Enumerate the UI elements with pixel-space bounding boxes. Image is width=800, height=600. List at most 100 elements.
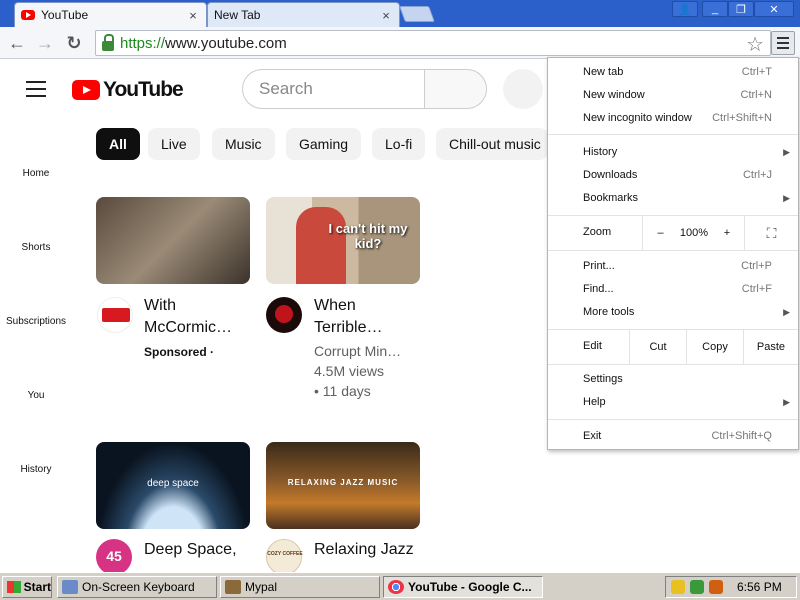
- tab-new-tab[interactable]: New Tab ×: [207, 2, 400, 27]
- taskbar: Start On-Screen Keyboard Mypal YouTube -…: [0, 572, 800, 600]
- video-title[interactable]: Relaxing Jazz Mus: [314, 539, 424, 561]
- sidebar-item-you[interactable]: You: [0, 390, 72, 401]
- windows-logo-icon: [7, 581, 21, 593]
- youtube-logo[interactable]: YouTube: [72, 78, 184, 102]
- address-bar[interactable]: https:// www.youtube.com ☆: [95, 30, 771, 56]
- menu-item-bookmarks[interactable]: Bookmarks ▶: [548, 187, 798, 209]
- chrome-menu-button[interactable]: [771, 31, 795, 55]
- menu-item-label: Downloads: [583, 169, 638, 181]
- chip-chill-out-music[interactable]: Chill-out music: [436, 128, 548, 160]
- copy-button[interactable]: Copy: [686, 330, 743, 364]
- tab-youtube[interactable]: YouTube ×: [14, 2, 207, 27]
- shield-icon[interactable]: [671, 580, 685, 594]
- chip-music[interactable]: Music: [212, 128, 275, 160]
- menu-shortcut: Ctrl+Shift+N: [712, 112, 772, 124]
- video-thumbnail[interactable]: [96, 197, 250, 284]
- menu-item-downloads[interactable]: Downloads Ctrl+J: [548, 164, 798, 186]
- menu-item-label: Find...: [583, 283, 614, 295]
- edit-row: Edit Cut Copy Paste: [548, 330, 798, 364]
- menu-item-new-window[interactable]: New window Ctrl+N: [548, 84, 798, 106]
- avatar-label: COZY COFFEE: [267, 551, 303, 557]
- back-button[interactable]: ←: [6, 32, 28, 54]
- paste-button[interactable]: Paste: [743, 330, 798, 364]
- zoom-level: 100%: [679, 227, 709, 239]
- voice-search-button[interactable]: [503, 69, 543, 109]
- chip-gaming[interactable]: Gaming: [286, 128, 362, 160]
- video-thumbnail[interactable]: RELAXING JAZZ MUSIC: [266, 442, 420, 529]
- youtube-play-icon: [72, 80, 100, 100]
- sidebar-item-home[interactable]: Home: [0, 168, 72, 179]
- menu-item-label: Bookmarks: [583, 192, 639, 204]
- restore-button[interactable]: ❐: [728, 1, 754, 17]
- video-title[interactable]: With McCormic…: [144, 295, 254, 339]
- menu-item-settings[interactable]: Settings: [548, 368, 798, 390]
- view-count: 4.5M views: [314, 363, 385, 379]
- menu-item-label: New tab: [583, 66, 624, 78]
- channel-avatar[interactable]: [266, 297, 302, 333]
- chip-all[interactable]: All: [96, 128, 140, 160]
- chip-lofi[interactable]: Lo-fi: [372, 128, 426, 160]
- zoom-out-button[interactable]: –: [642, 216, 678, 250]
- zoom-label: Zoom: [583, 226, 612, 238]
- reload-button[interactable]: ↻: [63, 32, 85, 54]
- menu-item-help[interactable]: Help ▶: [548, 391, 798, 413]
- task-mypal[interactable]: Mypal: [220, 576, 380, 598]
- menu-item-find[interactable]: Find... Ctrl+F: [548, 278, 798, 300]
- url-host: www.youtube.com: [165, 34, 287, 52]
- menu-separator: [548, 250, 798, 251]
- hamburger-menu-icon[interactable]: [26, 81, 46, 97]
- sidebar-item-history[interactable]: History: [0, 464, 72, 475]
- channel-avatar[interactable]: 45: [96, 539, 132, 572]
- menu-item-more-tools[interactable]: More tools ▶: [548, 301, 798, 323]
- search-input[interactable]: Search: [242, 69, 424, 109]
- close-window-button[interactable]: ✕: [754, 1, 794, 17]
- search-button[interactable]: [424, 69, 487, 109]
- channel-avatar[interactable]: [97, 297, 133, 333]
- video-thumbnail[interactable]: I can't hit my kid?: [266, 197, 420, 284]
- menu-item-print[interactable]: Print... Ctrl+P: [548, 255, 798, 277]
- menu-item-history[interactable]: History ▶: [548, 141, 798, 163]
- cut-button[interactable]: Cut: [629, 330, 686, 364]
- menu-item-new-tab[interactable]: New tab Ctrl+T: [548, 61, 798, 83]
- menu-item-new-incognito-window[interactable]: New incognito window Ctrl+Shift+N: [548, 107, 798, 129]
- thumbnail-caption: I can't hit my kid?: [328, 221, 408, 251]
- user-icon[interactable]: 👤: [672, 1, 698, 17]
- youtube-logo-text: YouTube: [103, 78, 184, 101]
- keyboard-icon: [62, 580, 78, 594]
- channel-name[interactable]: Corrupt Min…: [314, 341, 424, 361]
- video-title[interactable]: Deep Space, Pt 5: [144, 539, 254, 561]
- menu-item-exit[interactable]: Exit Ctrl+Shift+Q: [548, 425, 798, 447]
- start-button[interactable]: Start: [2, 576, 52, 598]
- menu-item-label: Exit: [583, 430, 602, 442]
- submenu-arrow-icon: ▶: [783, 396, 790, 407]
- tab-close-icon[interactable]: ×: [186, 8, 200, 23]
- chip-live[interactable]: Live: [148, 128, 200, 160]
- system-tray: 6:56 PM: [665, 576, 797, 598]
- menu-item-label: Help: [583, 396, 606, 408]
- sponsored-label: Sponsored ·: [144, 345, 215, 359]
- menu-item-label: New incognito window: [583, 112, 692, 124]
- forward-button[interactable]: →: [34, 32, 56, 54]
- task-on-screen-keyboard[interactable]: On-Screen Keyboard: [57, 576, 217, 598]
- task-label: YouTube - Google C...: [408, 580, 532, 594]
- zoom-in-button[interactable]: +: [710, 216, 744, 250]
- search-tool-icon[interactable]: [709, 580, 723, 594]
- video-thumbnail[interactable]: deep space: [96, 442, 250, 529]
- channel-avatar[interactable]: COZY COFFEE: [266, 539, 303, 572]
- fullscreen-icon[interactable]: ⛶: [744, 216, 798, 250]
- menu-shortcut: Ctrl+N: [740, 89, 772, 101]
- minimize-button[interactable]: _: [702, 1, 728, 17]
- task-youtube-chrome[interactable]: YouTube - Google C...: [383, 576, 543, 598]
- chrome-menu: New tab Ctrl+T New window Ctrl+N New inc…: [547, 57, 799, 450]
- network-icon[interactable]: [690, 580, 704, 594]
- new-tab-button[interactable]: [399, 6, 435, 22]
- submenu-arrow-icon: ▶: [783, 192, 790, 203]
- bookmark-star-icon[interactable]: ☆: [746, 32, 764, 57]
- video-title[interactable]: When Terrible…: [314, 295, 424, 339]
- menu-shortcut: Ctrl+T: [741, 66, 772, 78]
- sidebar-item-subscriptions[interactable]: Subscriptions: [0, 316, 72, 327]
- lock-icon: [102, 34, 114, 51]
- chrome-icon: [388, 580, 404, 594]
- tab-close-icon[interactable]: ×: [379, 8, 393, 23]
- sidebar-item-shorts[interactable]: Shorts: [0, 242, 72, 253]
